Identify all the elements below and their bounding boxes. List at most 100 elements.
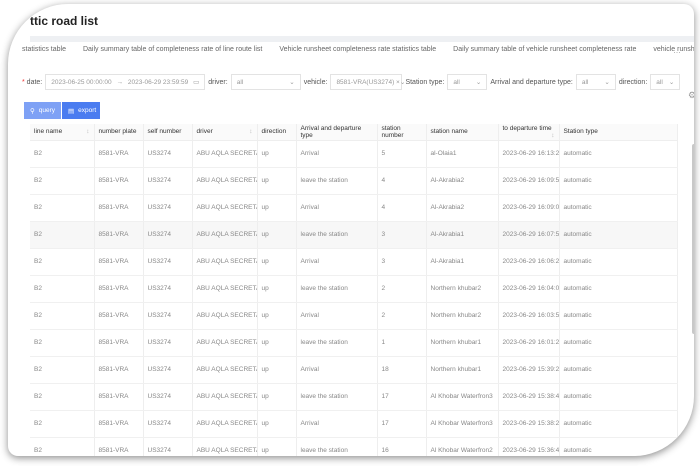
chevron-down-icon: ⌄: [668, 79, 675, 86]
column-header[interactable]: driver ↕: [192, 124, 258, 141]
tab-bar: statistics table Daily summary table of c…: [22, 46, 694, 60]
table-row[interactable]: B28581-VRAUS3274ABU AQLA SECRETAR...upAr…: [30, 248, 678, 276]
table-cell: 8581-VRA: [94, 275, 144, 303]
table-row[interactable]: B28581-VRAUS3274ABU AQLA SECRETAR...upAr…: [30, 302, 678, 330]
table-cell: B2: [30, 329, 95, 357]
column-header[interactable]: Arrival and departure type: [296, 124, 378, 141]
sort-icon[interactable]: ↕: [249, 128, 252, 135]
table-row[interactable]: B28581-VRAUS3274ABU AQLA SECRETAR...uple…: [30, 437, 678, 456]
table-row[interactable]: B28581-VRAUS3274ABU AQLA SECRETAR...uple…: [30, 329, 678, 357]
table-row[interactable]: B28581-VRAUS3274ABU AQLA SECRETAR...uple…: [30, 221, 678, 249]
column-header[interactable]: self number: [143, 124, 193, 141]
table-cell: automatic: [559, 221, 678, 249]
more-tabs-icon[interactable]: …: [673, 46, 681, 55]
table-cell: B2: [30, 140, 95, 168]
ad-type-select[interactable]: all ⌄: [575, 74, 616, 90]
driver-select[interactable]: all ⌄: [230, 74, 301, 90]
table-cell: US3274: [143, 329, 193, 357]
table-cell: Arrival: [296, 410, 378, 438]
tab-3[interactable]: Daily summary table of vehicle runsheet …: [453, 46, 636, 60]
table-cell: 2023-06-29 16:06:25: [498, 248, 560, 276]
search-icon: ⚲: [30, 107, 35, 115]
column-header[interactable]: line name ↕: [30, 124, 95, 141]
table-cell: B2: [30, 248, 95, 276]
station-type-select[interactable]: all ⌄: [447, 74, 488, 90]
table-cell: automatic: [559, 437, 678, 456]
vehicle-tag[interactable]: 8581-VRA(US3274) ×: [336, 79, 399, 86]
table-cell: ABU AQLA SECRETAR...: [192, 275, 258, 303]
table-cell: automatic: [559, 194, 678, 222]
table-cell: B2: [30, 302, 95, 330]
table-row[interactable]: B28581-VRAUS3274ABU AQLA SECRETAR...upAr…: [30, 356, 678, 384]
column-header[interactable]: Station type: [559, 124, 678, 141]
scrollbar[interactable]: [692, 144, 694, 334]
table-cell: 2023-06-29 15:36:48: [498, 437, 560, 456]
direction-select[interactable]: all ⌄: [650, 74, 681, 90]
table-row[interactable]: B28581-VRAUS3274ABU AQLA SECRETAR...upAr…: [30, 140, 678, 168]
table-cell: B2: [30, 383, 95, 411]
table-cell: B2: [30, 194, 95, 222]
table-cell: B2: [30, 167, 95, 195]
date-range-picker[interactable]: 2023-06-25 00:00:00 → 2023-06-29 23:59:5…: [45, 74, 206, 90]
table-cell: 8581-VRA: [94, 194, 144, 222]
table-cell: 17: [377, 410, 427, 438]
table-cell: up: [257, 140, 297, 168]
column-header[interactable]: direction: [257, 124, 297, 141]
column-header[interactable]: number plate: [94, 124, 144, 141]
tab-1[interactable]: Daily summary table of completeness rate…: [83, 46, 262, 60]
calendar-icon: ▭: [193, 79, 200, 86]
sort-icon[interactable]: ↕: [86, 128, 89, 135]
table-cell: up: [257, 275, 297, 303]
table-cell: automatic: [559, 356, 678, 384]
table-cell: Northern khubar2: [426, 275, 499, 303]
query-button[interactable]: ⚲ query: [24, 102, 61, 119]
table-cell: Arrival: [296, 194, 378, 222]
table-row[interactable]: B28581-VRAUS3274ABU AQLA SECRETAR...upAr…: [30, 410, 678, 438]
table-cell: ABU AQLA SECRETAR...: [192, 221, 258, 249]
table-cell: ABU AQLA SECRETAR...: [192, 329, 258, 357]
table-row[interactable]: B28581-VRAUS3274ABU AQLA SECRETAR...upAr…: [30, 194, 678, 222]
table-cell: 16: [377, 437, 427, 456]
sort-icon[interactable]: ↕: [551, 132, 554, 139]
table-cell: US3274: [143, 410, 193, 438]
tab-2[interactable]: Vehicle runsheet completeness rate stati…: [279, 46, 436, 60]
column-label: driver: [196, 128, 213, 136]
table-cell: automatic: [559, 410, 678, 438]
table-cell: leave the station: [296, 329, 378, 357]
column-header[interactable]: station name: [426, 124, 499, 141]
table-cell: automatic: [559, 383, 678, 411]
table-cell: 2: [377, 275, 427, 303]
table-cell: US3274: [143, 437, 193, 456]
table-cell: leave the station: [296, 275, 378, 303]
table-cell: ABU AQLA SECRETAR...: [192, 302, 258, 330]
vehicle-select[interactable]: 8581-VRA(US3274) × ⌄: [330, 74, 405, 90]
column-header[interactable]: station number: [377, 124, 427, 141]
column-header[interactable]: to departure time ↕: [498, 124, 560, 141]
table-cell: up: [257, 194, 297, 222]
table-cell: up: [257, 410, 297, 438]
table-row[interactable]: B28581-VRAUS3274ABU AQLA SECRETAR...uple…: [30, 275, 678, 303]
table-cell: Northern khubar1: [426, 356, 499, 384]
export-label: export: [78, 107, 97, 114]
table-cell: B2: [30, 275, 95, 303]
direction-label: direction:: [618, 78, 648, 86]
table-cell: 2023-06-29 15:39:25: [498, 356, 560, 384]
export-button[interactable]: ▤ export: [62, 102, 100, 119]
table-cell: leave the station: [296, 383, 378, 411]
table-cell: Al Khobar Waterfron3: [426, 410, 499, 438]
table-cell: leave the station: [296, 437, 378, 456]
tab-0[interactable]: statistics table: [22, 46, 66, 60]
table-row[interactable]: B28581-VRAUS3274ABU AQLA SECRETAR...uple…: [30, 167, 678, 195]
table-row[interactable]: B28581-VRAUS3274ABU AQLA SECRETAR...uple…: [30, 383, 678, 411]
table-cell: automatic: [559, 248, 678, 276]
table-cell: US3274: [143, 383, 193, 411]
table-cell: B2: [30, 356, 95, 384]
table-cell: 8581-VRA: [94, 167, 144, 195]
date-end: 2023-06-29 23:59:59: [127, 78, 189, 86]
vehicle-label: vehicle:: [303, 78, 328, 86]
gear-icon[interactable]: ⚙: [688, 90, 694, 101]
table-cell: automatic: [559, 167, 678, 195]
date-start: 2023-06-25 00:00:00: [51, 78, 112, 86]
column-label: to departure time: [502, 124, 552, 132]
table-cell: automatic: [559, 140, 678, 168]
